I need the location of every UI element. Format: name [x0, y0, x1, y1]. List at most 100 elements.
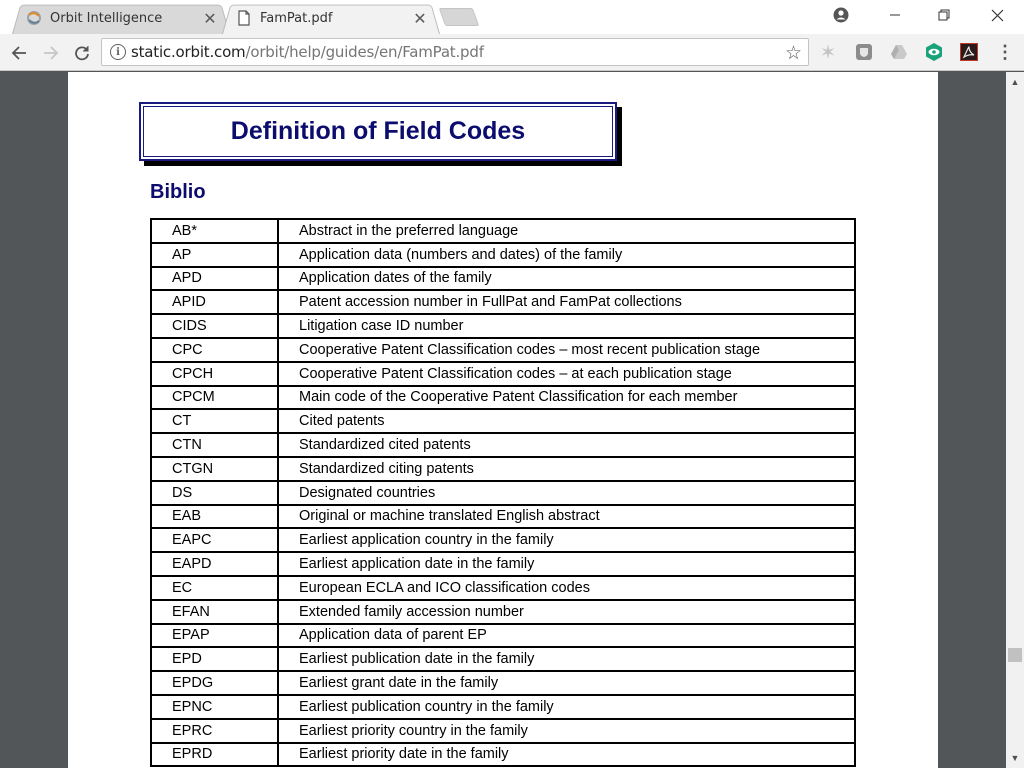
field-code-cell: CT [150, 408, 279, 435]
field-definition-cell: Application dates of the family [277, 265, 856, 292]
field-definition-cell: Cooperative Patent Classification codes … [277, 360, 856, 387]
field-definition-cell: Extended family accession number [277, 598, 856, 625]
table-row: EPAP Application data of parent EP [150, 622, 856, 649]
tab-fampat-pdf[interactable]: FamPat.pdf ✕ [222, 2, 440, 35]
field-definition-cell: Cooperative Patent Classification codes … [277, 336, 856, 363]
tab-title: FamPat.pdf [260, 10, 333, 26]
field-code-cell: AB* [150, 218, 279, 244]
tab-title: Orbit Intelligence [50, 10, 163, 26]
forward-button[interactable] [38, 40, 64, 66]
field-code-cell: EC [150, 574, 279, 601]
field-code-cell: EPAP [150, 622, 279, 649]
scroll-up-arrow-icon[interactable]: ▲ [1006, 74, 1024, 90]
browser-menu-icon[interactable]: ⋮ [994, 41, 1016, 63]
eye-extension-icon[interactable] [923, 41, 945, 63]
table-row: EAPC Earliest application country in the … [150, 527, 856, 554]
field-code-cell: CPCM [150, 384, 279, 411]
table-row: AB* Abstract in the preferred language [150, 218, 856, 244]
field-definition-cell: European ECLA and ICO classification cod… [277, 574, 856, 601]
address-bar[interactable]: i static.orbit.com/orbit/help/guides/en/… [101, 38, 809, 66]
table-row: CPCM Main code of the Cooperative Patent … [150, 384, 856, 411]
table-row: APD Application dates of the family [150, 265, 856, 292]
url-text: static.orbit.com/orbit/help/guides/en/Fa… [131, 43, 484, 61]
field-code-cell: EAPD [150, 551, 279, 577]
field-code-cell: APID [150, 289, 279, 316]
acrobat-extension-icon[interactable] [958, 41, 980, 63]
table-row: AP Application data (numbers and dates) o… [150, 241, 856, 268]
table-row: CT Cited patents [150, 408, 856, 435]
vertical-scrollbar[interactable]: ▲ ▼ [1006, 72, 1024, 768]
document-icon [236, 10, 252, 26]
field-definition-cell: Earliest application date in the family [277, 551, 856, 577]
scroll-down-arrow-icon[interactable]: ▼ [1006, 750, 1024, 766]
drive-extension-icon[interactable] [888, 41, 910, 63]
field-definition-cell: Earliest application country in the fami… [277, 527, 856, 554]
close-window-button[interactable] [974, 0, 1020, 30]
field-definition-cell: Standardized citing patents [277, 455, 856, 482]
orbit-logo-icon [26, 10, 42, 26]
field-definition-cell: Earliest priority country in the family [277, 717, 856, 744]
field-definition-cell: Patent accession number in FullPat and F… [277, 289, 856, 316]
new-tab-button[interactable] [438, 8, 480, 26]
table-row: CTGN Standardized citing patents [150, 455, 856, 482]
table-row: APID Patent accession number in FullPat a… [150, 289, 856, 316]
field-code-cell: EPDG [150, 670, 279, 696]
field-code-cell: EPRC [150, 717, 279, 744]
field-code-cell: APD [150, 265, 279, 292]
document-title: Definition of Field Codes [230, 117, 526, 145]
table-row: EPNC Earliest publication country in the … [150, 693, 856, 720]
reload-button[interactable] [69, 40, 95, 66]
table-row: EPRD Earliest priority date in the family [150, 741, 856, 768]
browser-toolbar: i static.orbit.com/orbit/help/guides/en/… [0, 34, 1024, 71]
field-code-cell: CPC [150, 336, 279, 363]
bookmark-star-icon[interactable]: ☆ [785, 42, 802, 65]
field-definition-cell: Abstract in the preferred language [277, 218, 856, 244]
table-row: DS Designated countries [150, 479, 856, 506]
table-row: CPCH Cooperative Patent Classification co… [150, 360, 856, 387]
field-code-cell: DS [150, 479, 279, 506]
table-row: EFAN Extended family accession number [150, 598, 856, 625]
close-tab-icon[interactable]: ✕ [410, 8, 430, 28]
field-definition-cell: Earliest priority date in the family [277, 741, 856, 768]
field-code-cell: EAB [150, 503, 279, 530]
table-row: EPDG Earliest grant date in the family [150, 670, 856, 696]
field-definition-cell: Main code of the Cooperative Patent Clas… [277, 384, 856, 411]
field-code-cell: EPD [150, 646, 279, 673]
field-code-cell: CPCH [150, 360, 279, 387]
table-row: CTN Standardized cited patents [150, 432, 856, 458]
scrollbar-thumb[interactable] [1008, 648, 1022, 662]
profile-icon[interactable] [820, 0, 862, 30]
field-definition-cell: Earliest grant date in the family [277, 670, 856, 696]
field-definition-cell: Standardized cited patents [277, 432, 856, 458]
minimize-button[interactable] [872, 0, 918, 30]
title-box: Definition of Field Codes [139, 102, 617, 161]
section-heading: Biblio [150, 181, 206, 203]
field-definition-cell: Litigation case ID number [277, 313, 856, 339]
field-code-cell: AP [150, 241, 279, 268]
field-codes-table: AB* Abstract in the preferred language AP A… [150, 218, 856, 768]
tab-orbit-intelligence[interactable]: Orbit Intelligence ✕ [12, 2, 230, 35]
field-code-cell: CTGN [150, 455, 279, 482]
table-row: CPC Cooperative Patent Classification cod… [150, 336, 856, 363]
field-definition-cell: Earliest publication country in the fami… [277, 693, 856, 720]
field-definition-cell: Cited patents [277, 408, 856, 435]
pdf-page: Definition of Field Codes Biblio AB* Abst… [68, 72, 938, 768]
field-code-cell: EFAN [150, 598, 279, 625]
star-extension-icon[interactable]: ✶ [817, 41, 839, 64]
field-code-cell: CTN [150, 432, 279, 458]
table-row: CIDS Litigation case ID number [150, 313, 856, 339]
table-row: EPD Earliest publication date in the fami… [150, 646, 856, 673]
table-row: EC European ECLA and ICO classification c… [150, 574, 856, 601]
table-row: EAB Original or machine translated Englis… [150, 503, 856, 530]
close-tab-icon[interactable]: ✕ [200, 8, 220, 28]
field-code-cell: EAPC [150, 527, 279, 554]
back-button[interactable] [6, 40, 32, 66]
field-definition-cell: Application data (numbers and dates) of … [277, 241, 856, 268]
shield-extension-icon[interactable] [853, 41, 875, 63]
field-definition-cell: Designated countries [277, 479, 856, 506]
info-icon[interactable]: i [110, 44, 126, 60]
field-code-cell: CIDS [150, 313, 279, 339]
table-row: EPRC Earliest priority country in the fam… [150, 717, 856, 744]
restore-button[interactable] [921, 0, 967, 30]
tab-strip: Orbit Intelligence ✕ FamPat.pdf ✕ [0, 0, 1024, 35]
